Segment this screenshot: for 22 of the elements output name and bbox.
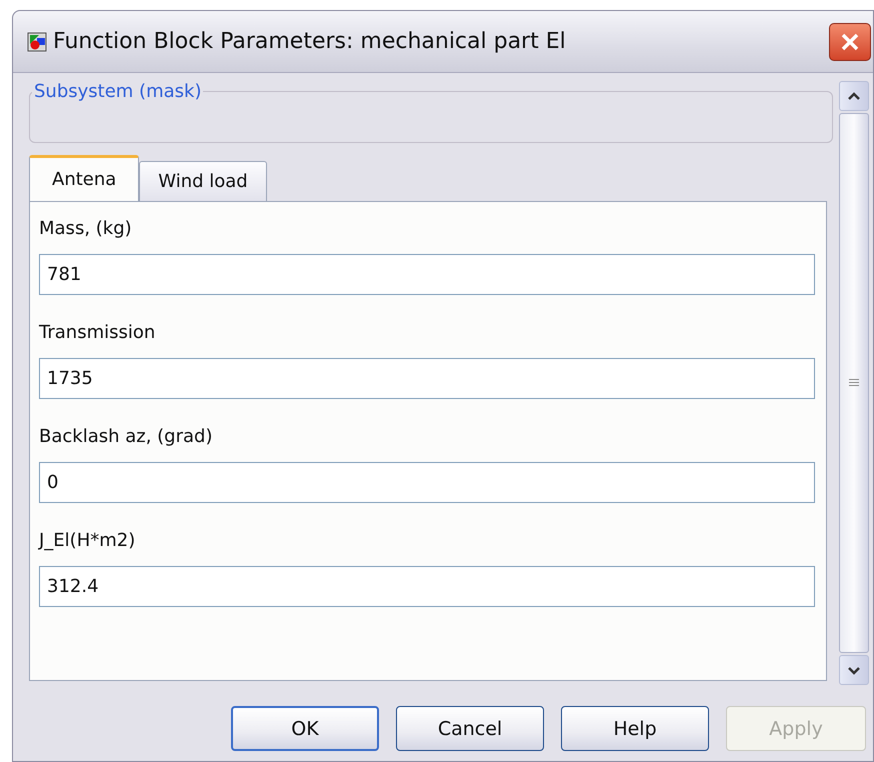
close-button[interactable] <box>829 22 871 60</box>
grip-icon <box>849 378 859 388</box>
field-label: Backlash az, (grad) <box>39 425 214 449</box>
chevron-down-icon <box>847 665 861 675</box>
field-label: Mass, (kg) <box>39 217 133 241</box>
input-field[interactable]: 0 <box>39 462 815 503</box>
group-label: Subsystem (mask) <box>33 81 202 102</box>
input-field[interactable]: 781 <box>39 254 815 295</box>
tab[interactable]: Wind load <box>139 161 267 201</box>
field-label: J_El(H*m2) <box>39 529 136 553</box>
dialog-button[interactable]: Help <box>561 706 709 751</box>
dialog-button[interactable]: Cancel <box>396 706 544 751</box>
field-label: Transmission <box>39 321 156 345</box>
window-title: Function Block Parameters: mechanical part El <box>53 29 567 54</box>
dialog-button[interactable]: OK <box>231 706 379 751</box>
scroll-down-button[interactable] <box>839 655 869 685</box>
scroll-up-button[interactable] <box>839 81 869 111</box>
input-field[interactable]: 1735 <box>39 358 815 399</box>
input-field[interactable]: 312.4 <box>39 566 815 607</box>
block-diagram-icon <box>27 32 47 52</box>
chevron-up-icon <box>847 91 861 101</box>
tab[interactable]: Antena <box>29 155 140 201</box>
